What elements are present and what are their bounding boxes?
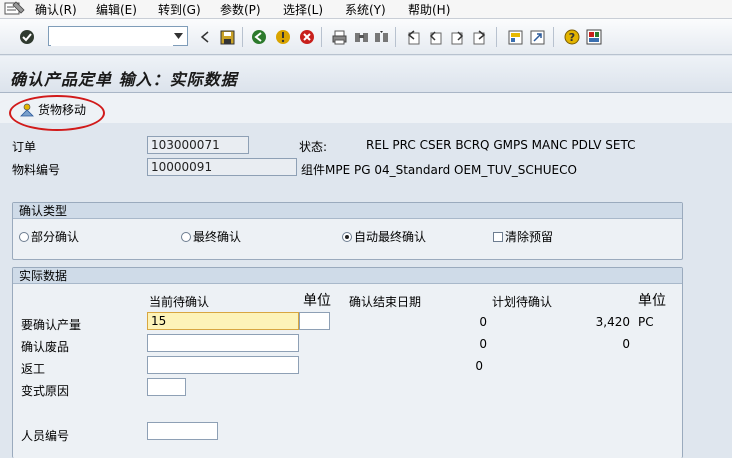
toolbar-divider — [242, 27, 243, 47]
menu-bar: 确认(R) 编辑(E) 转到(G) 参数(P) 选择(L) 系统(Y) 帮助(H… — [0, 0, 732, 19]
first-page-icon[interactable] — [404, 28, 422, 46]
confirm-type-group: 确认类型 部分确认 最终确认 自动最终确认 清除预留 — [12, 202, 683, 260]
scrap-confirmed-value: 0 — [479, 337, 487, 351]
yield-unit-input[interactable] — [299, 312, 330, 330]
application-toolbar: 货物移动 — [0, 93, 732, 123]
col-unit2-header: 单位 — [638, 293, 666, 309]
enter-check-icon[interactable] — [18, 28, 36, 46]
goods-movement-button[interactable]: 货物移动 — [20, 101, 86, 118]
radio-label: 部分确认 — [31, 230, 80, 244]
material-description: 组件MPE PG 04_Standard OEM_TUV_SCHUECO — [301, 163, 577, 177]
menu-system[interactable]: 系统(Y) — [345, 1, 386, 18]
col-current-header: 当前待确认 — [149, 295, 210, 309]
checkbox-box[interactable] — [493, 231, 503, 242]
svg-text:?: ? — [569, 31, 575, 44]
save-icon[interactable] — [218, 28, 236, 46]
radio-auto-final-confirm[interactable]: 自动最终确认 — [342, 228, 426, 245]
confirm-type-title: 确认类型 — [13, 203, 682, 219]
order-number-field: 103000071 — [147, 136, 249, 154]
clear-reservation-checkbox[interactable]: 清除预留 — [493, 228, 553, 245]
back-icon[interactable] — [250, 28, 268, 46]
material-label: 物料编号 — [12, 163, 61, 177]
toolbar-divider — [496, 27, 497, 47]
material-number-field: 10000091 — [147, 158, 297, 176]
rework-label: 返工 — [21, 362, 46, 376]
radio-label: 自动最终确认 — [354, 230, 427, 244]
goods-movement-icon — [20, 103, 34, 116]
next-page-icon[interactable] — [448, 28, 466, 46]
find-next-icon[interactable] — [372, 28, 390, 46]
yield-label: 要确认产量 — [21, 318, 82, 332]
menu-help[interactable]: 帮助(H) — [408, 1, 450, 18]
variance-reason-input[interactable] — [147, 378, 186, 396]
actual-data-title: 实际数据 — [13, 268, 682, 284]
col-planned-header: 计划待确认 — [492, 295, 553, 309]
menu-parameters[interactable]: 参数(P) — [220, 1, 261, 18]
variance-reason-label: 变式原因 — [21, 384, 70, 398]
find-icon[interactable] — [352, 28, 370, 46]
menu-selection[interactable]: 选择(L) — [283, 1, 323, 18]
scrap-input[interactable] — [147, 334, 299, 352]
scrap-planned-value: 0 — [622, 337, 630, 351]
rework-input[interactable] — [147, 356, 299, 374]
col-end-date-header: 确认结束日期 — [349, 295, 422, 309]
command-input[interactable] — [51, 28, 173, 46]
col-unit-header: 单位 — [303, 293, 331, 309]
last-page-icon[interactable] — [470, 28, 488, 46]
radio-label: 最终确认 — [193, 230, 242, 244]
shortcut-icon[interactable] — [528, 28, 546, 46]
page-title: 确认产品定单 输入：实际数据 — [10, 70, 238, 89]
title-bar: 确认产品定单 输入：实际数据 — [0, 56, 732, 93]
exit-icon[interactable] — [274, 28, 292, 46]
cancel-icon[interactable] — [298, 28, 316, 46]
personnel-number-label: 人员编号 — [21, 429, 70, 443]
print-icon[interactable] — [330, 28, 348, 46]
yield-confirmed-value: 0 — [479, 315, 487, 329]
menu-confirm[interactable]: 确认(R) — [35, 1, 77, 18]
goods-movement-label: 货物移动 — [38, 103, 87, 117]
prev-page-icon[interactable] — [426, 28, 444, 46]
yield-planned-unit: PC — [638, 315, 654, 329]
checkbox-label: 清除预留 — [505, 230, 554, 244]
yield-planned-value: 3,420 — [595, 315, 630, 329]
back-arrow-icon[interactable] — [196, 28, 214, 46]
status-value: REL PRC CSER BCRQ GMPS MANC PDLV SETC — [366, 138, 636, 152]
command-field[interactable] — [48, 26, 188, 46]
toolbar-divider — [553, 27, 554, 47]
radio-partial-confirm[interactable]: 部分确认 — [19, 228, 79, 245]
standard-toolbar: ? — [0, 19, 732, 55]
sap-menu-icon[interactable] — [4, 1, 26, 16]
chevron-down-icon[interactable] — [170, 28, 186, 44]
layout-icon[interactable] — [585, 28, 603, 46]
radio-circle[interactable] — [181, 231, 191, 242]
radio-final-confirm[interactable]: 最终确认 — [181, 228, 241, 245]
create-session-icon[interactable] — [506, 28, 524, 46]
toolbar-divider — [321, 27, 322, 47]
personnel-number-input[interactable] — [147, 422, 218, 440]
radio-circle[interactable] — [19, 231, 29, 242]
status-label: 状态: — [299, 140, 328, 154]
order-label: 订单 — [12, 140, 37, 154]
yield-input[interactable] — [147, 312, 299, 330]
help-icon[interactable]: ? — [563, 28, 581, 46]
actual-data-group: 实际数据 当前待确认 单位 确认结束日期 计划待确认 单位 要确认产量 0 3,… — [12, 267, 683, 458]
radio-circle-selected[interactable] — [342, 231, 352, 242]
menu-edit[interactable]: 编辑(E) — [96, 1, 137, 18]
toolbar-divider — [395, 27, 396, 47]
menu-goto[interactable]: 转到(G) — [158, 1, 201, 18]
rework-confirmed-value: 0 — [475, 359, 483, 373]
scrap-label: 确认废品 — [21, 340, 70, 354]
